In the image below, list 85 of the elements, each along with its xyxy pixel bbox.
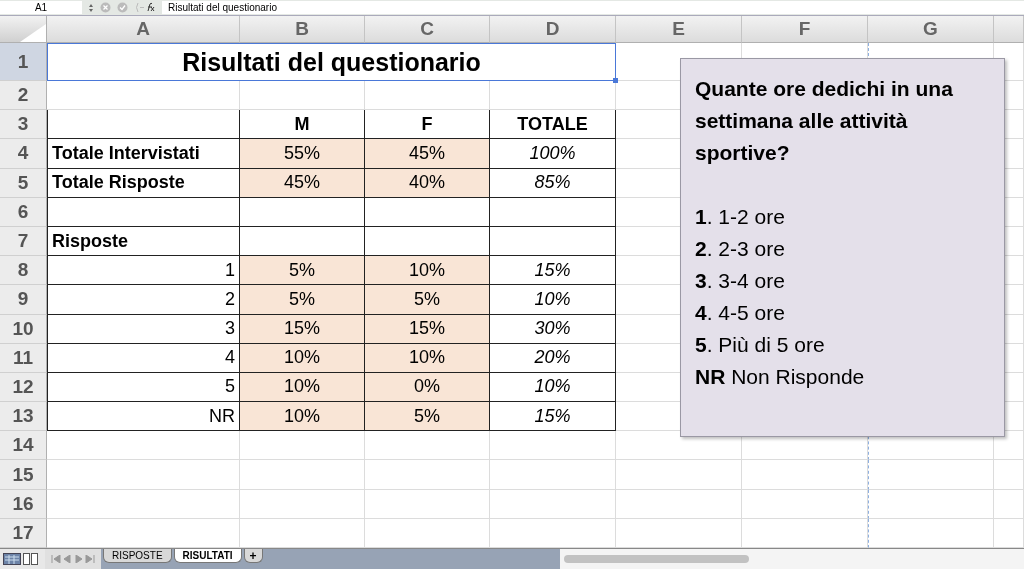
table-cell: NR — [47, 402, 240, 432]
table-cell: 100% — [490, 139, 616, 169]
table-cell: 10% — [365, 256, 490, 286]
row-header[interactable]: 4 — [0, 139, 47, 169]
column-header[interactable]: D — [490, 16, 616, 43]
horizontal-scrollbar[interactable] — [560, 549, 1024, 569]
row-header[interactable]: 14 — [0, 431, 47, 461]
table-cell: Totale Intervistati — [47, 139, 240, 169]
table-cell: 3 — [47, 314, 240, 344]
row-header[interactable]: 9 — [0, 285, 47, 315]
table-cell: 20% — [490, 343, 616, 373]
row-header[interactable]: 1 — [0, 43, 47, 81]
row-header[interactable]: 12 — [0, 372, 47, 403]
table-cell: M — [240, 110, 365, 140]
table-cell: Totale Risposte — [47, 168, 240, 198]
table-cell: 15% — [490, 256, 616, 286]
column-header[interactable] — [994, 16, 1024, 43]
column-header[interactable]: B — [240, 16, 365, 43]
add-sheet-button[interactable]: + — [243, 549, 263, 563]
table-cell: 5% — [240, 256, 365, 286]
row-header[interactable]: 7 — [0, 226, 47, 257]
answer-option: 3. 3-4 ore — [695, 265, 990, 297]
table-cell: 85% — [490, 168, 616, 198]
table-cell: 10% — [240, 343, 365, 373]
row-header[interactable]: 16 — [0, 489, 47, 519]
table-cell: 55% — [240, 139, 365, 169]
table-cell: 0% — [365, 372, 490, 403]
table-cell: 10% — [490, 372, 616, 403]
column-header[interactable]: C — [365, 16, 490, 43]
answer-option: 1. 1-2 ore — [695, 201, 990, 233]
answer-option: 2. 2-3 ore — [695, 233, 990, 265]
row-header[interactable]: 2 — [0, 81, 47, 111]
row-header[interactable]: 13 — [0, 402, 47, 432]
sheet-title: Risultati del questionario — [182, 47, 481, 77]
question-text: Quante ore dedichi in una settimana alle attività sportive? — [695, 76, 954, 166]
table-cell: 15% — [490, 402, 616, 432]
table-cell: 45% — [240, 168, 365, 198]
page-layout-icon[interactable] — [23, 553, 39, 565]
table-cell: 40% — [365, 168, 490, 198]
table-cell: 10% — [490, 285, 616, 315]
table-cell: 30% — [490, 314, 616, 344]
row-header[interactable]: 6 — [0, 197, 47, 227]
column-header[interactable]: A — [47, 16, 240, 43]
table-cell: 45% — [365, 139, 490, 169]
row-header[interactable]: 8 — [0, 256, 47, 286]
row-header[interactable]: 11 — [0, 343, 47, 373]
table-cell: F — [365, 110, 490, 140]
answer-option: 4. 4-5 ore — [695, 297, 990, 329]
cancel-icon[interactable] — [100, 2, 111, 13]
table-cell: 15% — [240, 314, 365, 344]
table-cell: 2 — [47, 285, 240, 315]
sheet-navigation-icon[interactable] — [51, 555, 95, 563]
answer-option: NR Non Risponde — [695, 361, 990, 393]
table-cell: 15% — [365, 314, 490, 344]
table-cell: 10% — [240, 372, 365, 403]
row-header[interactable]: 3 — [0, 110, 47, 140]
sheet-tab[interactable]: RISULTATI — [173, 549, 242, 563]
table-cell: TOTALE — [490, 110, 616, 140]
table-cell: 5 — [47, 372, 240, 403]
normal-view-icon[interactable] — [3, 553, 21, 565]
name-box[interactable]: A1 — [0, 1, 82, 14]
table-cell: 5% — [365, 285, 490, 315]
formula-field[interactable]: Risultati del questionario — [162, 1, 1024, 14]
row-header[interactable]: 10 — [0, 314, 47, 344]
column-header[interactable]: F — [742, 16, 868, 43]
table-cell: 1 — [47, 256, 240, 286]
answer-option: 5. Più di 5 ore — [695, 329, 990, 361]
table-cell: 5% — [240, 285, 365, 315]
table-cell: Risposte — [47, 226, 240, 257]
row-header[interactable]: 15 — [0, 460, 47, 490]
row-header[interactable]: 5 — [0, 168, 47, 198]
table-cell: 10% — [365, 343, 490, 373]
selected-cell[interactable]: Risultati del questionario — [47, 43, 616, 81]
sheet-tab[interactable]: RISPOSTE — [103, 549, 172, 563]
confirm-icon[interactable] — [117, 2, 128, 13]
stepper-icon[interactable] — [88, 2, 94, 13]
column-header[interactable]: E — [616, 16, 742, 43]
column-header[interactable]: G — [868, 16, 994, 43]
fill-handle[interactable] — [613, 78, 618, 83]
table-cell: 10% — [240, 402, 365, 432]
table-cell: 4 — [47, 343, 240, 373]
row-header[interactable]: 17 — [0, 518, 47, 548]
table-cell: 5% — [365, 402, 490, 432]
function-icon[interactable] — [134, 2, 156, 13]
select-all-corner[interactable] — [0, 16, 47, 43]
